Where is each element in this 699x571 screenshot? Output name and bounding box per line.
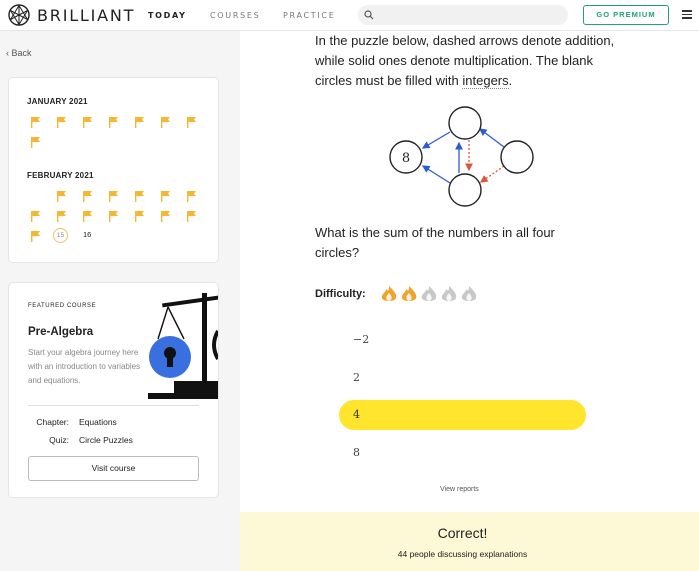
flame-icon (441, 286, 457, 301)
quiz-value: Circle Puzzles (79, 435, 133, 445)
streak-flag-icon (187, 191, 196, 202)
streak-flag-icon (161, 211, 170, 222)
streak-flag-icon (31, 231, 40, 242)
streak-flag-icon (161, 117, 170, 128)
back-link[interactable]: ‹ Back (6, 48, 32, 58)
tab-courses[interactable]: COURSES (210, 11, 260, 20)
streak-calendar-card: JANUARY 2021 FEBRUARY 2021 (8, 77, 219, 263)
arrow-top-to-left (421, 131, 451, 149)
difficulty-label: Difficulty: (315, 288, 366, 300)
flame-icon (401, 286, 417, 301)
search-input[interactable] (358, 5, 568, 25)
streak-flag-icon (109, 117, 118, 128)
arrow-right-to-top (478, 128, 505, 148)
streak-flag-icon (31, 117, 40, 128)
featured-course-eyebrow: FEATURED COURSE (28, 303, 97, 309)
course-title[interactable]: Pre-Algebra (28, 326, 93, 338)
chapter-label: Chapter: (36, 417, 69, 427)
streak-flag-icon (31, 211, 40, 222)
streak-flag-icon (83, 211, 92, 222)
result-title: Correct! (437, 525, 488, 541)
balance-scale-illustration (148, 293, 218, 399)
answer-option[interactable]: 8 (339, 438, 586, 468)
streak-flag-icon (135, 117, 144, 128)
tab-today[interactable]: TODAY (148, 11, 187, 20)
back-link-label: Back (11, 48, 32, 58)
flame-icon (421, 286, 437, 301)
chapter-value: Equations (79, 417, 117, 427)
brand-logo[interactable]: BRILLIANT (8, 4, 135, 26)
flame-icon (461, 286, 477, 301)
streak-flag-icon (57, 211, 66, 222)
prompt-end: . (508, 73, 513, 88)
answer-option-selected[interactable]: 4 (339, 400, 586, 430)
top-nav-bar: BRILLIANT TODAY COURSES PRACTICE GO PREM… (0, 0, 699, 31)
streak-flag-icon (109, 211, 118, 222)
month-label-january: JANUARY 2021 (27, 97, 88, 106)
quiz-label: Quiz: (49, 435, 69, 445)
streak-flag-icon (83, 191, 92, 202)
circle-puzzle-diagram: 8 (389, 106, 534, 207)
circle-bottom (448, 173, 482, 207)
circle-top (448, 106, 482, 140)
brilliant-logo-icon (8, 4, 30, 26)
circle-right (500, 140, 534, 174)
streak-flag-icon (83, 117, 92, 128)
streak-flag-icon (161, 191, 170, 202)
streak-flag-icon (187, 211, 196, 222)
difficulty-flames (381, 286, 477, 301)
month-label-february: FEBRUARY 2021 (27, 171, 94, 180)
course-description: Start your algebra journey here with an … (28, 348, 141, 385)
go-premium-button[interactable]: GO PREMIUM (583, 5, 669, 25)
streak-flag-icon (187, 117, 196, 128)
flame-icon (381, 286, 397, 301)
view-reports-link[interactable]: View reports (440, 486, 479, 493)
tab-practice[interactable]: PRACTICE (283, 11, 335, 20)
streak-flag-icon (135, 211, 144, 222)
course-card-divider (28, 405, 199, 406)
answer-option[interactable]: 2 (339, 363, 586, 393)
streak-flag-icon (57, 117, 66, 128)
discussion-link[interactable]: 44 people discussing explanations (240, 549, 685, 559)
problem-prompt: In the puzzle below, dashed arrows denot… (315, 31, 615, 91)
arrow-right-to-bottom-dashed (479, 165, 505, 183)
result-banner: Correct! 44 people discussing explanatio… (240, 512, 699, 571)
question-text: What is the sum of the numbers in all fo… (315, 225, 555, 260)
featured-course-card: FEATURED COURSE Pre-Algebra Start your a… (8, 282, 219, 498)
hamburger-menu-icon[interactable] (682, 10, 692, 20)
calendar-current-day[interactable]: 15 (53, 228, 68, 243)
calendar-next-day: 16 (83, 230, 92, 239)
circle-left-value: 8 (402, 151, 410, 166)
answer-option[interactable]: −2 (339, 325, 586, 355)
streak-flag-icon (31, 137, 40, 148)
integers-link[interactable]: integers (462, 73, 509, 89)
brand-name: BRILLIANT (37, 5, 136, 25)
streak-flag-icon (135, 191, 144, 202)
visit-course-button[interactable]: Visit course (28, 456, 199, 481)
streak-flag-icon (109, 191, 118, 202)
search-icon (364, 10, 374, 20)
arrow-bottom-to-left (421, 165, 451, 184)
streak-flag-icon (57, 191, 66, 202)
